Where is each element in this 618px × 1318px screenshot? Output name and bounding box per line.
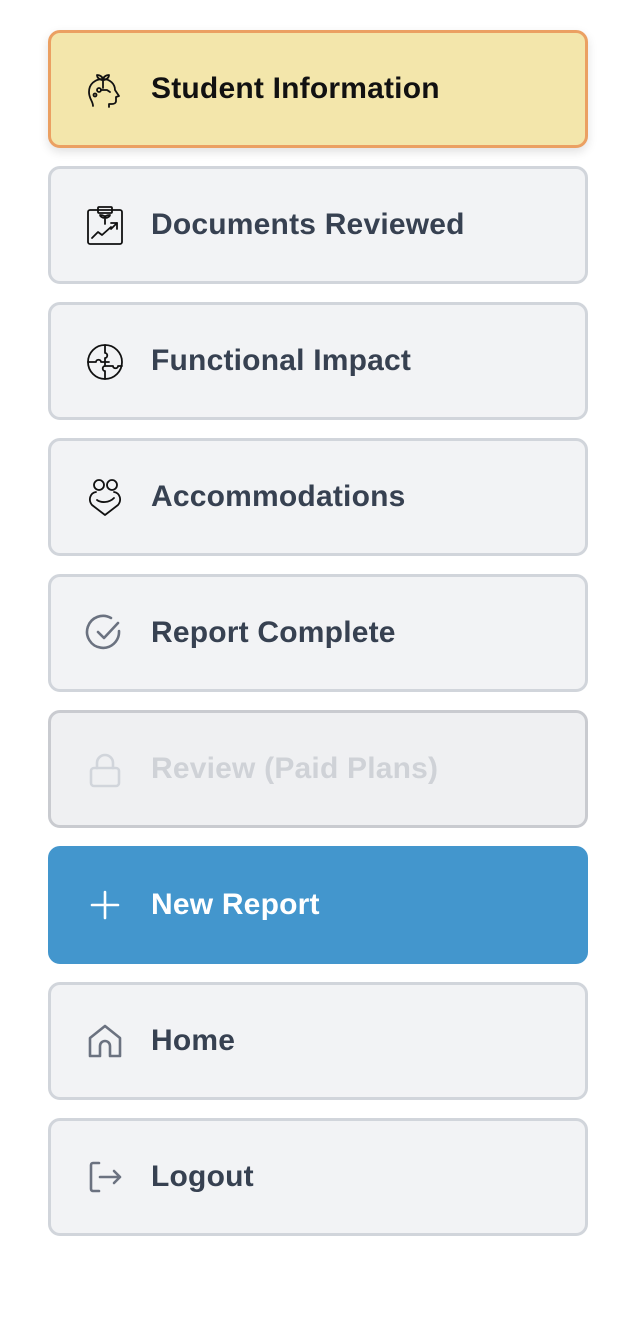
nav-report-complete[interactable]: Report Complete — [48, 574, 588, 692]
nav-label: Documents Reviewed — [151, 208, 465, 241]
nav-label: Home — [151, 1024, 236, 1057]
nav-review-paid-plans: Review (Paid Plans) — [48, 710, 588, 828]
nav-label: Logout — [151, 1160, 254, 1193]
nav-label: Functional Impact — [151, 344, 412, 377]
heart-hug-icon — [84, 476, 126, 518]
head-sprout-icon — [84, 68, 126, 110]
check-circle-icon — [84, 612, 126, 654]
nav-student-information[interactable]: Student Information — [48, 30, 588, 148]
lock-icon — [84, 748, 126, 790]
nav-label: New Report — [151, 888, 320, 921]
nav-functional-impact[interactable]: Functional Impact — [48, 302, 588, 420]
nav-documents-reviewed[interactable]: Documents Reviewed — [48, 166, 588, 284]
nav-label: Review (Paid Plans) — [151, 752, 439, 785]
home-icon — [84, 1020, 126, 1062]
sidebar-nav: Student Information Documents Reviewed F… — [48, 30, 588, 1236]
nav-label: Accommodations — [151, 480, 406, 513]
new-report-button[interactable]: New Report — [48, 846, 588, 964]
puzzle-head-icon — [84, 340, 126, 382]
nav-label: Student Information — [151, 72, 440, 105]
nav-logout[interactable]: Logout — [48, 1118, 588, 1236]
nav-home[interactable]: Home — [48, 982, 588, 1100]
plus-icon — [84, 884, 126, 926]
nav-accommodations[interactable]: Accommodations — [48, 438, 588, 556]
logout-icon — [84, 1156, 126, 1198]
nav-label: Report Complete — [151, 616, 396, 649]
clipboard-chart-icon — [84, 204, 126, 246]
